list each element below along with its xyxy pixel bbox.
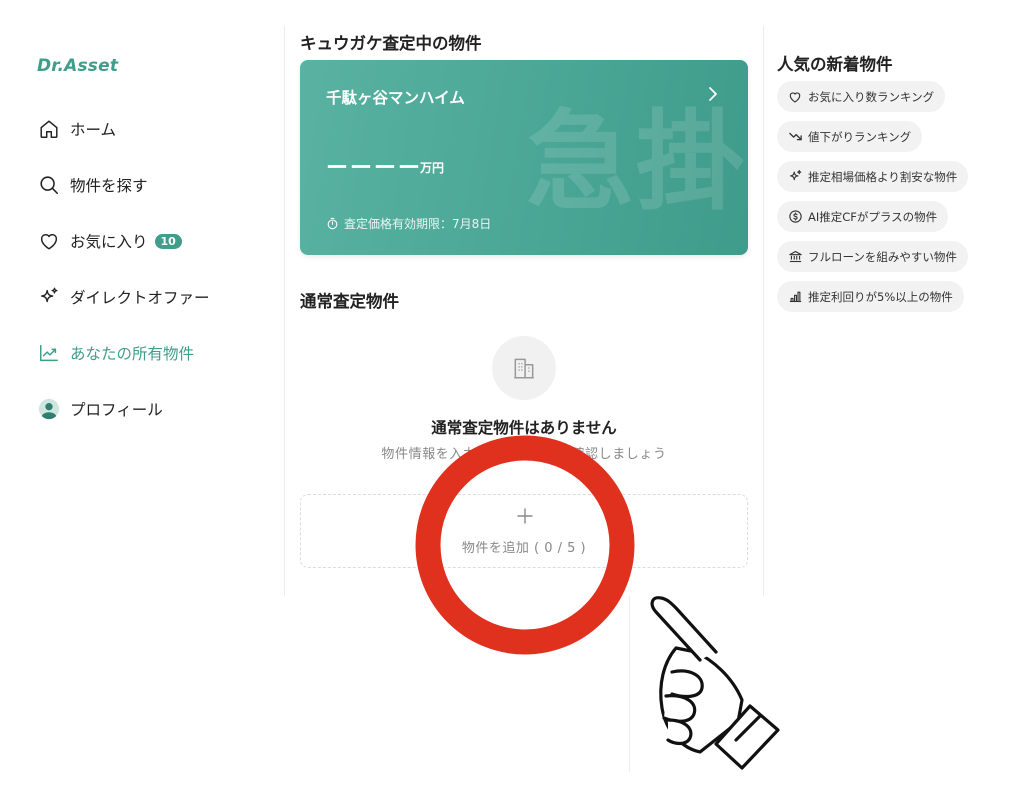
logo[interactable]: Dr.Asset (37, 56, 118, 76)
sidebar-item-label: あなたの所有物件 (70, 345, 195, 363)
lower-divider (629, 596, 630, 772)
favorites-count-badge: 10 (154, 233, 182, 249)
expiry-row: 査定価格有効期限：7月8日 (326, 215, 491, 232)
sidebar-item-label: 物件を探す (70, 177, 148, 195)
chip-favorites-ranking[interactable]: お気に入り数ランキング (777, 81, 946, 112)
bar-chart-icon (787, 289, 803, 305)
empty-state-title: 通常査定物件はありません (431, 419, 617, 437)
popular-section-title: 人気の新着物件 (777, 55, 893, 74)
property-name: 千駄ヶ谷マンハイム (326, 89, 465, 107)
sidebar-item-direct-offer[interactable]: ダイレクトオファー (37, 283, 210, 311)
sidebar-item-search[interactable]: 物件を探す (37, 171, 148, 199)
chip-yield-5-percent[interactable]: 推定利回りが5%以上の物件 (777, 281, 964, 312)
trend-down-icon (787, 129, 803, 145)
chip-full-loan[interactable]: フルローンを組みやすい物件 (777, 241, 968, 272)
urgent-watermark: 急掛 (526, 100, 747, 225)
chevron-right-icon (704, 84, 722, 104)
urgent-section-title: キュウガケ査定中の物件 (300, 34, 482, 53)
plus-icon (516, 507, 534, 525)
sidebar-item-label: ダイレクトオファー (70, 289, 210, 307)
building-icon (492, 336, 556, 400)
urgent-property-card[interactable]: 急掛 千駄ヶ谷マンハイム ーーーー 万円 査定価格有効期限：7月8日 (300, 60, 748, 255)
sidebar-item-home[interactable]: ホーム (37, 115, 116, 143)
chip-label: 推定利回りが5%以上の物件 (808, 289, 953, 304)
trend-chart-icon (37, 341, 61, 365)
sidebar-item-label: お気に入り (70, 233, 148, 251)
expiry-text: 査定価格有効期限：7月8日 (344, 217, 492, 231)
heart-icon (787, 89, 803, 105)
left-divider (284, 26, 285, 596)
add-property-label: 物件を追加 ( 0 / 5 ) (461, 541, 587, 556)
sparkle-icon (787, 169, 803, 185)
chip-below-market[interactable]: 推定相場価格より割安な物件 (777, 161, 969, 192)
sparkle-icon (37, 285, 61, 309)
home-icon (37, 117, 61, 141)
right-divider (763, 26, 764, 596)
chip-price-drop-ranking[interactable]: 値下がりランキング (777, 121, 923, 152)
search-icon (37, 173, 61, 197)
masked-price: ーーーー (326, 156, 423, 181)
sidebar-item-label: ホーム (70, 121, 117, 139)
empty-state-subtitle: 物件情報を入力して査定価格を確認しましょう (381, 447, 667, 462)
chip-label: お気に入り数ランキング (808, 89, 935, 104)
sidebar-item-label: プロフィール (70, 401, 163, 419)
heart-icon (37, 229, 61, 253)
chip-label: 推定相場価格より割安な物件 (808, 169, 958, 184)
user-avatar-icon (37, 397, 61, 421)
add-property-button[interactable]: 物件を追加 ( 0 / 5 ) (300, 494, 748, 568)
chip-ai-cf-positive[interactable]: AI推定CFがプラスの物件 (777, 201, 949, 232)
chip-label: フルローンを組みやすい物件 (808, 249, 957, 264)
dollar-circle-icon (787, 209, 803, 225)
price-unit: 万円 (420, 161, 445, 175)
bank-icon (787, 249, 803, 265)
sidebar-item-owned-properties[interactable]: あなたの所有物件 (37, 339, 194, 367)
sidebar-item-profile[interactable]: プロフィール (37, 395, 163, 423)
chip-label: AI推定CFがプラスの物件 (808, 209, 938, 224)
sidebar-item-favorites[interactable]: お気に入り 10 (37, 227, 182, 255)
normal-section-title: 通常査定物件 (300, 292, 399, 311)
pointing-hand-icon (650, 596, 780, 770)
timer-icon (327, 217, 338, 230)
chip-label: 値下がりランキング (808, 129, 912, 144)
